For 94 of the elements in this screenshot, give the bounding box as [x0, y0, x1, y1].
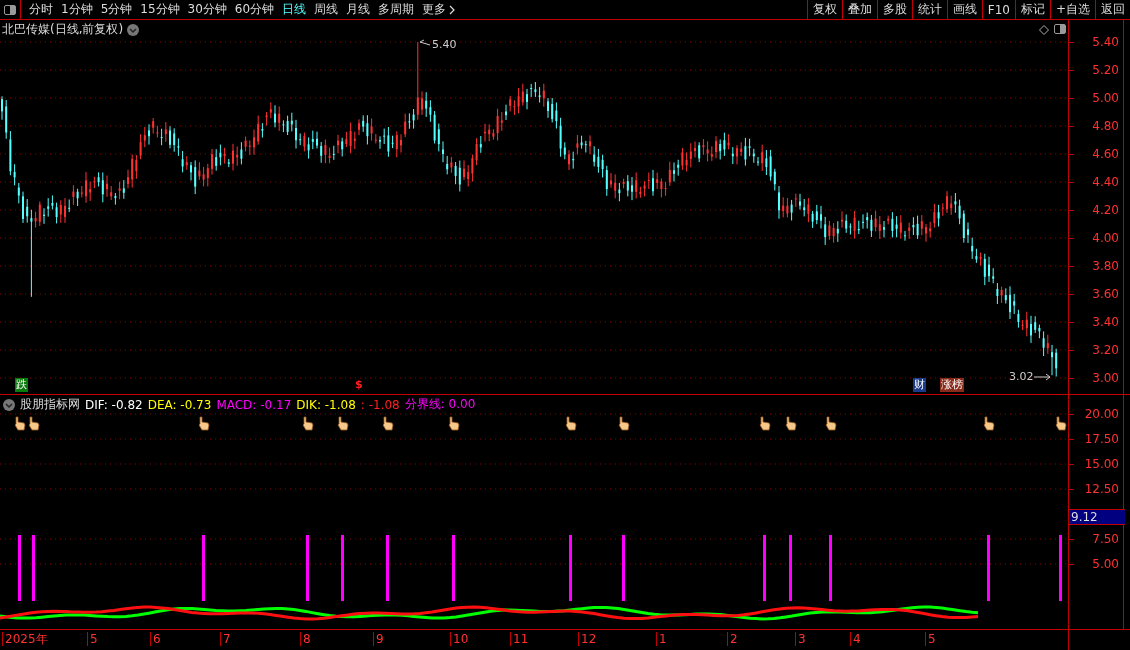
time-axis-label: 1 — [656, 632, 667, 646]
time-axis-label: 9 — [373, 632, 384, 646]
indicator-value: DIK: -1.08 — [296, 397, 356, 412]
hand-pointer-icon — [825, 416, 837, 431]
chart-marker[interactable]: 涨榜 — [940, 378, 964, 392]
signal-bar — [987, 535, 990, 601]
price-axis-label: 5.40 — [1092, 34, 1119, 50]
signal-bar — [569, 535, 572, 601]
period-tab[interactable]: 30分钟 — [187, 1, 227, 18]
time-axis-label: 3 — [795, 632, 806, 646]
time-axis-label: 10 — [450, 632, 469, 646]
signal-bar — [829, 535, 832, 601]
time-axis-label: 2 — [727, 632, 738, 646]
time-axis-label: 5 — [87, 632, 98, 646]
signal-bar — [341, 535, 344, 601]
price-axis-label: 3.60 — [1092, 286, 1119, 302]
price-axis-label: 3.40 — [1092, 314, 1119, 330]
time-axis-label: 5 — [925, 632, 936, 646]
chart-marker[interactable]: 财 — [913, 378, 926, 392]
indicator-axis-label: 12.50 — [1084, 481, 1119, 497]
hand-pointer-icon — [759, 416, 771, 431]
period-tab[interactable]: 月线 — [346, 1, 371, 18]
dropdown-icon[interactable] — [127, 23, 140, 36]
low-arrow-icon — [1033, 373, 1051, 381]
signal-bar — [1059, 535, 1062, 601]
hand-pointer-icon — [337, 416, 349, 431]
hand-pointer-icon — [785, 416, 797, 431]
time-axis-label: 4 — [850, 632, 861, 646]
time-axis-label: 12 — [578, 632, 597, 646]
hand-pointer-icon — [565, 416, 577, 431]
indicator-value: DEA: -0.73 — [147, 397, 212, 412]
chevron-right-icon[interactable] — [449, 4, 456, 15]
period-tab[interactable]: 周线 — [314, 1, 339, 18]
price-axis-label: 4.00 — [1092, 230, 1119, 246]
dropdown-icon[interactable] — [3, 398, 15, 411]
hand-pointer-icon — [448, 416, 460, 431]
price-axis-label: 3.00 — [1092, 370, 1119, 386]
time-axis-label: 11 — [510, 632, 529, 646]
period-tab[interactable]: 分时 — [29, 1, 53, 18]
period-tab[interactable]: 5分钟 — [100, 1, 133, 18]
price-axis-label: 3.80 — [1092, 258, 1119, 274]
indicator-axis-label: 15.00 — [1084, 456, 1119, 472]
diamond-icon[interactable] — [1039, 25, 1049, 35]
hand-pointer-icon — [1055, 416, 1067, 431]
period-tab[interactable]: 60分钟 — [234, 1, 275, 18]
price-axis-label: 4.20 — [1092, 202, 1119, 218]
price-axis-label: 4.60 — [1092, 146, 1119, 162]
hand-pointer-icon — [28, 416, 40, 431]
indicator-value: DIF: -0.82 — [85, 397, 143, 412]
panel-toggle-icon[interactable] — [1054, 24, 1066, 35]
signal-bar — [18, 535, 21, 601]
period-tab[interactable]: 日线 — [282, 1, 307, 18]
indicator-axis-label: 20.00 — [1084, 406, 1119, 422]
hand-pointer-icon — [198, 416, 210, 431]
period-tab[interactable]: 15分钟 — [140, 1, 180, 18]
hand-pointer-icon — [14, 416, 26, 431]
more-periods-tab[interactable]: 更多 — [422, 1, 447, 18]
time-axis-label: 8 — [300, 632, 311, 646]
hand-pointer-icon — [618, 416, 630, 431]
chart-marker[interactable]: $ — [354, 378, 364, 392]
signal-bar — [789, 535, 792, 601]
time-axis-label: 7 — [220, 632, 231, 646]
period-tab[interactable]: 1分钟 — [61, 1, 93, 18]
hand-pointer-icon — [983, 416, 995, 431]
signal-bar — [622, 535, 625, 601]
price-axis-label: 4.40 — [1092, 174, 1119, 190]
period-tab[interactable]: 多周期 — [378, 1, 415, 18]
chart-title: 北巴传媒(日线,前复权) — [2, 21, 124, 38]
cursor-value-label: 9.12 — [1069, 509, 1125, 525]
price-axis-label: 5.20 — [1092, 62, 1119, 78]
time-axis-label: 6 — [150, 632, 161, 646]
signal-bar — [452, 535, 455, 601]
signal-bar — [763, 535, 766, 601]
chart-marker[interactable]: 跌 — [15, 378, 28, 392]
high-arrow-icon — [419, 39, 431, 46]
signal-bar — [32, 535, 35, 601]
price-axis-label: 3.20 — [1092, 342, 1119, 358]
indicator-value: : -1.08 — [360, 397, 400, 412]
indicator-value: MACD: -0.17 — [216, 397, 292, 412]
price-axis-label: 4.80 — [1092, 118, 1119, 134]
indicator-axis-label: 7.50 — [1092, 531, 1119, 547]
high-price-label: 5.40 — [432, 38, 457, 51]
time-axis-label: 2025年 — [2, 632, 48, 646]
signal-bar — [202, 535, 205, 601]
low-price-label: 3.02 — [1009, 370, 1034, 383]
price-axis-label: 5.00 — [1092, 90, 1119, 106]
indicator-axis-label: 17.50 — [1084, 431, 1119, 447]
indicator-name: 股朋指标网 — [20, 396, 80, 413]
indicator-value: 分界线: 0.00 — [404, 396, 476, 413]
signal-bar — [306, 535, 309, 601]
hand-pointer-icon — [382, 416, 394, 431]
hand-pointer-icon — [302, 416, 314, 431]
signal-bar — [386, 535, 389, 601]
indicator-axis-label: 5.00 — [1092, 556, 1119, 572]
